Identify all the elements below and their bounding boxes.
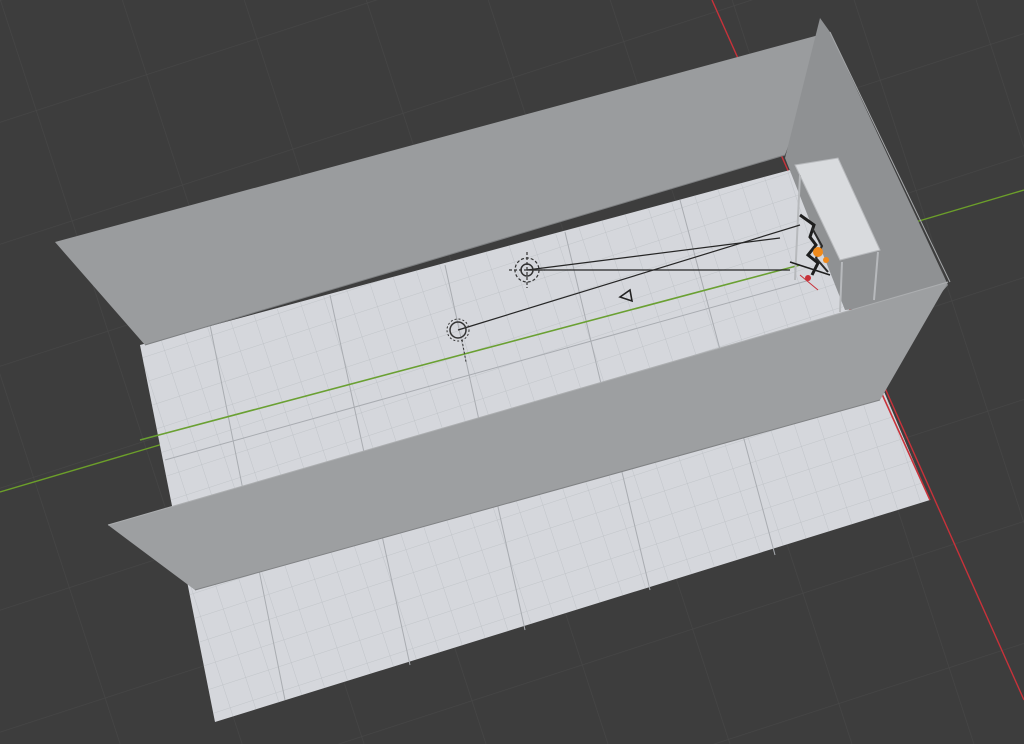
viewport-canvas[interactable] [0, 0, 1024, 744]
3d-viewport[interactable] [0, 0, 1024, 744]
